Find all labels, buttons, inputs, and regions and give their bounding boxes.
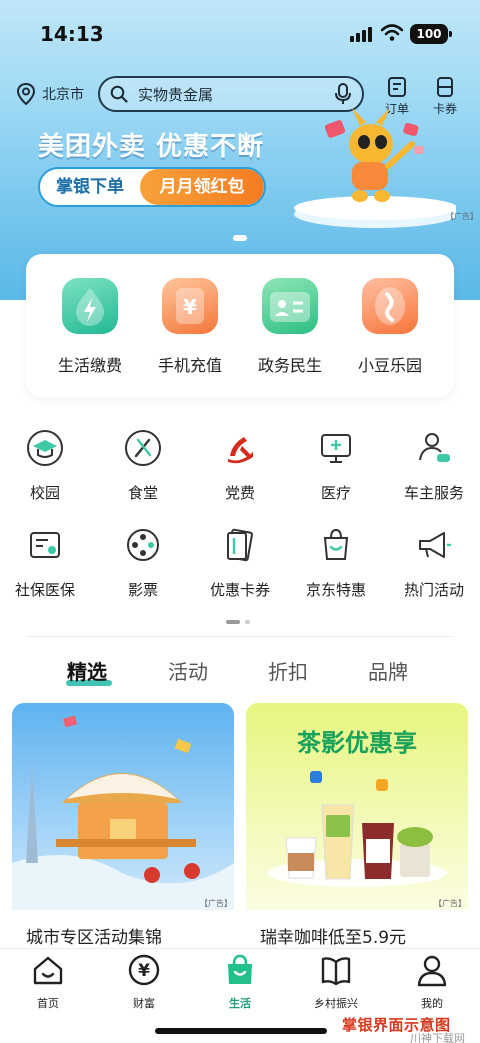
driver-car-icon bbox=[419, 433, 450, 462]
banner-ad-tag: 【广告】 bbox=[446, 212, 478, 221]
ticket-icon bbox=[437, 77, 453, 97]
service-medical[interactable]: 医疗 bbox=[288, 428, 384, 503]
id-card-icon bbox=[262, 278, 318, 334]
home-indicator[interactable] bbox=[155, 1028, 327, 1034]
service-coupons[interactable]: 优惠卡券 bbox=[192, 525, 288, 600]
coffee-drinks-illustration: 茶影优惠享 bbox=[246, 703, 468, 910]
feed-image-slogan: 茶影优惠享 bbox=[297, 729, 417, 757]
section-divider bbox=[26, 636, 454, 637]
nav-label-rural: 乡村振兴 bbox=[314, 997, 358, 1010]
film-reel-icon bbox=[127, 529, 159, 561]
home-icon bbox=[33, 956, 63, 985]
quick-label-utilities: 生活缴费 bbox=[57, 356, 122, 375]
service-hot-events[interactable]: 热门活动 bbox=[386, 525, 480, 600]
service-label-campus: 校园 bbox=[29, 484, 60, 502]
book-icon bbox=[321, 957, 351, 986]
quick-label-phone-topup: 手机充值 bbox=[157, 356, 222, 375]
quick-services-card: 生活缴费 ¥ 手机充值 政务民生 小豆乐园 bbox=[26, 254, 454, 398]
microphone-icon[interactable] bbox=[334, 83, 352, 105]
feed-card-luckin-coffee[interactable]: 茶影优惠享 【广告】 瑞幸咖啡低至5.9元 bbox=[246, 703, 468, 953]
service-movie-tickets[interactable]: 影票 bbox=[95, 525, 191, 600]
banner-cta-right: 月月领红包 bbox=[140, 169, 264, 205]
nav-label-home: 首页 bbox=[37, 997, 59, 1010]
service-label-party-dues: 党费 bbox=[224, 484, 255, 502]
location-pin-icon bbox=[16, 82, 36, 106]
banner-carousel-indicator bbox=[233, 235, 247, 241]
watermark-text: 川神下载网 bbox=[410, 1032, 465, 1043]
location-selector[interactable]: 北京市 bbox=[16, 81, 84, 107]
service-party-dues[interactable]: 党费 bbox=[192, 428, 288, 503]
nav-mine[interactable]: 我的 bbox=[392, 953, 472, 1011]
app-screen: 14:13 100 北京市 实物贵金属 订单 卡券 美团外卖 优惠不断 掌银下单… bbox=[0, 0, 480, 1043]
service-social-insurance[interactable]: 社保医保 bbox=[0, 525, 93, 600]
user-icon bbox=[417, 955, 447, 987]
banner-cta-left: 掌银下单 bbox=[56, 177, 124, 197]
tab-featured[interactable]: 精选 bbox=[67, 656, 107, 685]
bean-icon bbox=[362, 278, 418, 334]
shopping-bag-icon bbox=[323, 528, 349, 560]
quick-label-gov-services: 政务民生 bbox=[257, 356, 322, 375]
quick-item-gov-services[interactable]: 政务民生 bbox=[240, 278, 340, 376]
status-time: 14:13 bbox=[40, 22, 104, 46]
nav-label-life: 生活 bbox=[229, 997, 251, 1010]
shopping-bag-icon bbox=[228, 954, 252, 984]
service-label-hot-events: 热门活动 bbox=[403, 581, 464, 599]
utensils-icon bbox=[125, 430, 161, 466]
yen-coin-icon: ¥ bbox=[128, 954, 160, 986]
service-label-coupons: 优惠卡券 bbox=[209, 581, 270, 599]
yen-card-icon: ¥ bbox=[162, 278, 218, 334]
quick-item-bean-park[interactable]: 小豆乐园 bbox=[340, 278, 440, 376]
feed-title-luckin-coffee: 瑞幸咖啡低至5.9元 bbox=[260, 928, 407, 948]
quick-item-utilities[interactable]: 生活缴费 bbox=[40, 278, 140, 376]
service-label-movie-tickets: 影票 bbox=[127, 581, 158, 599]
wifi-icon bbox=[381, 24, 403, 41]
battery-indicator: 100 bbox=[410, 24, 452, 44]
services-page-indicator bbox=[226, 611, 250, 630]
nav-home[interactable]: 首页 bbox=[8, 953, 88, 1011]
nav-label-mine: 我的 bbox=[421, 997, 443, 1010]
nav-wealth[interactable]: ¥ 财富 bbox=[104, 953, 184, 1011]
service-label-canteen: 食堂 bbox=[127, 484, 158, 502]
search-icon bbox=[110, 85, 128, 103]
feed-ad-tag-1: 【广告】 bbox=[200, 899, 232, 908]
winter-hut-illustration bbox=[12, 703, 234, 910]
insurance-card-icon bbox=[30, 532, 60, 558]
service-car-owner[interactable]: 车主服务 bbox=[386, 428, 480, 503]
kangaroo-mascot-illustration bbox=[294, 108, 456, 228]
feed-title-city-events: 城市专区活动集锦 bbox=[26, 928, 162, 948]
service-label-jd-deals: 京东特惠 bbox=[305, 581, 366, 599]
signal-icon bbox=[350, 26, 372, 42]
nav-label-wealth: 财富 bbox=[133, 997, 155, 1010]
banner-title[interactable]: 美团外卖 优惠不断 bbox=[38, 126, 264, 163]
tab-activities[interactable]: 活动 bbox=[168, 656, 208, 685]
feed-card-city-events[interactable]: 【广告】 城市专区活动集锦 bbox=[12, 703, 234, 953]
service-campus[interactable]: 校园 bbox=[0, 428, 93, 503]
party-emblem-icon bbox=[228, 437, 253, 464]
megaphone-icon bbox=[419, 532, 451, 558]
search-input[interactable]: 实物贵金属 bbox=[138, 84, 334, 105]
service-jd-deals[interactable]: 京东特惠 bbox=[288, 525, 384, 600]
service-canteen[interactable]: 食堂 bbox=[95, 428, 191, 503]
coupon-cards-icon bbox=[227, 528, 253, 562]
svg-text:¥: ¥ bbox=[138, 961, 150, 981]
quick-label-bean-park: 小豆乐园 bbox=[357, 356, 422, 375]
service-label-medical: 医疗 bbox=[320, 484, 351, 502]
medical-monitor-icon bbox=[321, 434, 351, 463]
status-bar: 14:13 100 bbox=[0, 0, 480, 64]
feed-ad-tag-2: 【广告】 bbox=[434, 899, 466, 908]
location-label: 北京市 bbox=[42, 87, 84, 103]
tab-discounts[interactable]: 折扣 bbox=[268, 656, 308, 685]
lightning-drop-icon bbox=[62, 278, 118, 334]
quick-item-phone-topup[interactable]: ¥ 手机充值 bbox=[140, 278, 240, 376]
svg-text:¥: ¥ bbox=[183, 295, 197, 319]
service-label-car-owner: 车主服务 bbox=[403, 484, 464, 502]
nav-life[interactable]: 生活 bbox=[200, 953, 280, 1011]
service-label-social-insurance: 社保医保 bbox=[14, 581, 75, 599]
graduation-cap-icon bbox=[27, 430, 63, 466]
banner-cta[interactable]: 掌银下单 月月领红包 bbox=[38, 167, 266, 207]
tab-brands[interactable]: 品牌 bbox=[368, 656, 408, 685]
order-list-icon bbox=[388, 77, 406, 97]
nav-rural[interactable]: 乡村振兴 bbox=[296, 953, 376, 1011]
